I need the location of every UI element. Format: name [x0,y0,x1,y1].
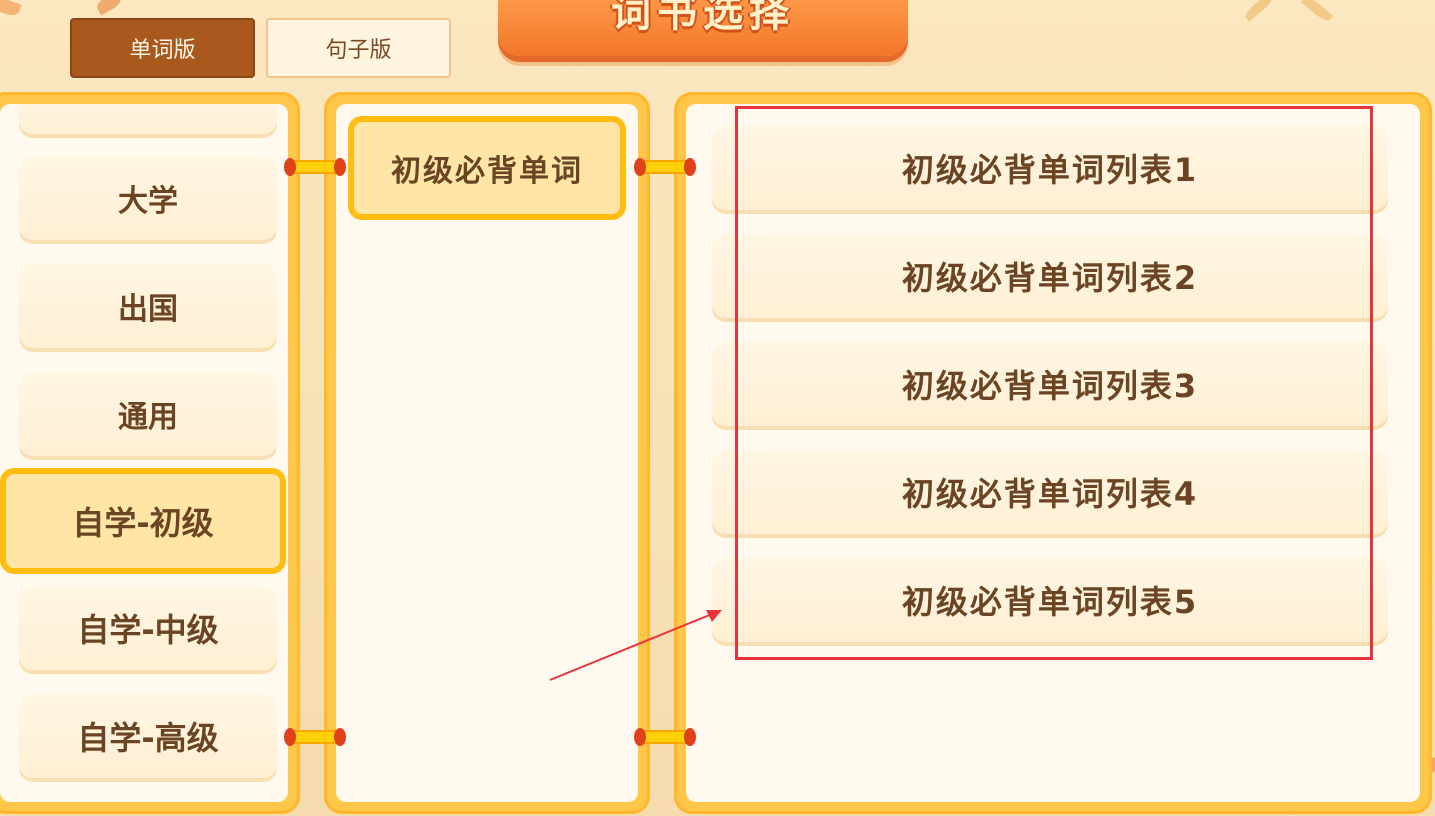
annotation-arrow [549,610,722,681]
